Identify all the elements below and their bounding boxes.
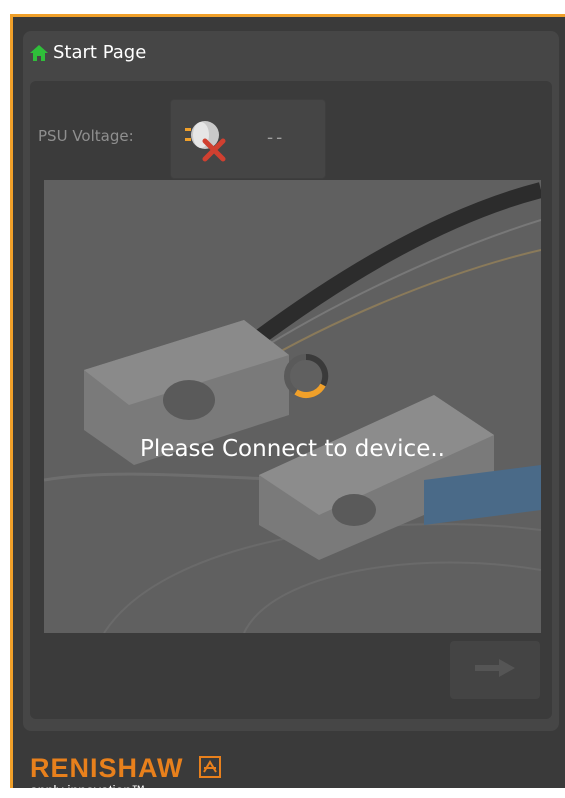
psu-voltage-label: PSU Voltage: [38, 127, 134, 145]
brand-logo-icon [199, 756, 223, 780]
next-button[interactable] [450, 641, 540, 699]
brand-logo-text: RENISHAW [30, 753, 184, 783]
content-area: PSU Voltage: -- Please Connect to device… [30, 81, 552, 719]
arrow-right-icon [473, 657, 517, 683]
start-page-panel: Start Page PSU Voltage: -- Please Connec… [23, 31, 559, 731]
psu-voltage-value: -- [267, 128, 286, 148]
home-icon [29, 44, 49, 62]
loading-spinner-icon [282, 352, 330, 400]
psu-voltage-indicator: -- [170, 99, 326, 179]
brand-tagline: apply innovation™ [30, 782, 146, 798]
page-title: Start Page [53, 42, 147, 63]
device-image: Please Connect to device.. [44, 180, 541, 633]
app-frame: Start Page PSU Voltage: -- Please Connec… [10, 14, 565, 798]
connect-message: Please Connect to device.. [140, 436, 445, 462]
footer: RENISHAW apply innovation™ [13, 731, 565, 798]
plug-disconnected-icon [179, 114, 231, 164]
title-bar: Start Page [23, 31, 559, 77]
